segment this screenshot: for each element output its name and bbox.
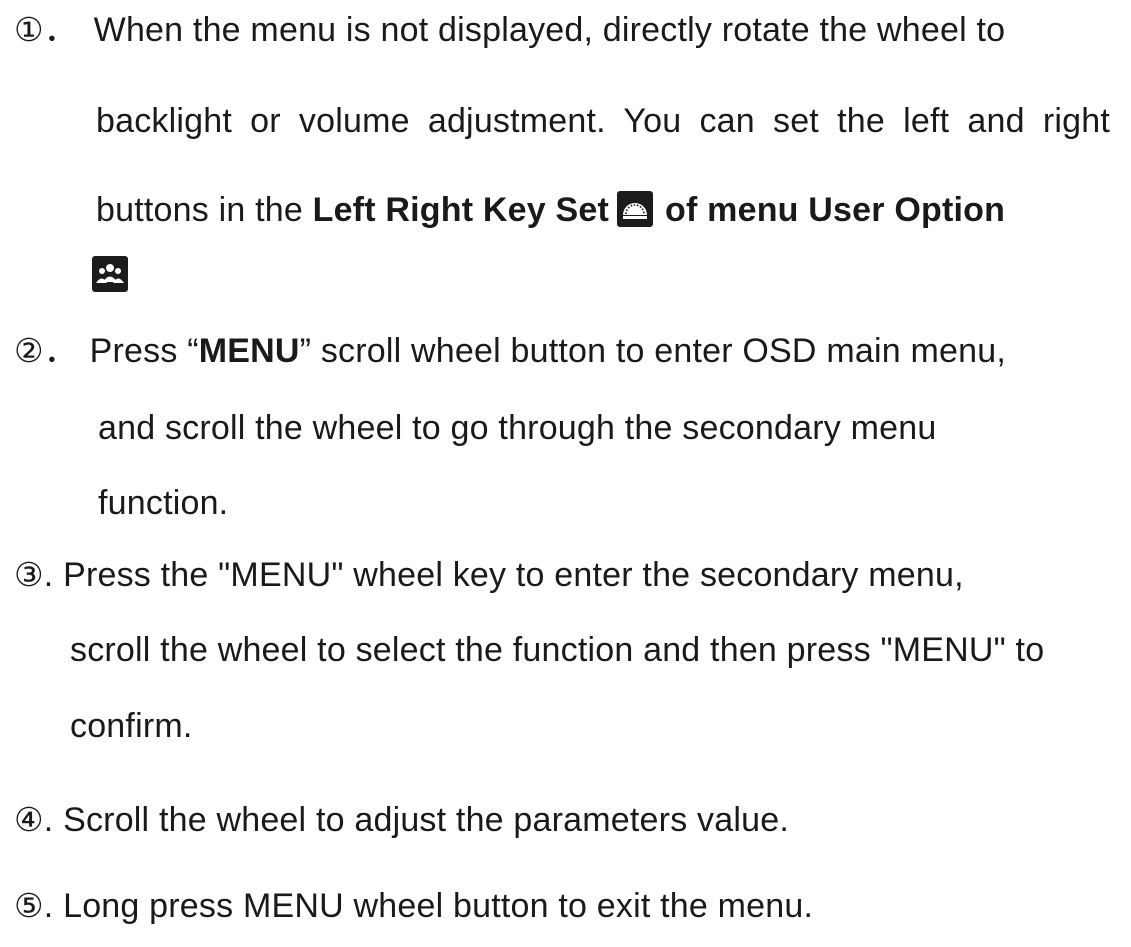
speedometer-dial-icon bbox=[617, 191, 654, 228]
step-5-line: ⑤. Long press MENU wheel button to exit … bbox=[14, 886, 813, 926]
users-group-icon bbox=[92, 256, 128, 292]
step-2-prefix: Press “ bbox=[89, 332, 199, 370]
step-1-text-1: When the menu is not displayed, directly… bbox=[93, 11, 1006, 49]
left-right-key-set-label: Left Right Key Set bbox=[312, 191, 610, 229]
step-4-marker: ④ bbox=[14, 800, 44, 839]
step-5-text: . Long press MENU wheel button to exit t… bbox=[43, 887, 814, 925]
step-1-line-2: backlight or volume adjustment. You can … bbox=[96, 102, 1110, 140]
step-4-line: ④. Scroll the wheel to adjust the parame… bbox=[14, 800, 789, 840]
step-2-marker: ② bbox=[14, 331, 44, 370]
step-3-marker: ③ bbox=[14, 555, 44, 594]
step-3-line-2: scroll the wheel to select the function … bbox=[70, 631, 1045, 669]
step-3-line-3: confirm. bbox=[70, 707, 193, 745]
step-1-line-1: ①． When the menu is not displayed, direc… bbox=[14, 10, 1112, 50]
step-2-suffix: ” scroll wheel button to enter OSD main … bbox=[299, 332, 1006, 370]
document-page: ①． When the menu is not displayed, direc… bbox=[0, 0, 1131, 947]
step-1-marker: ① bbox=[14, 10, 44, 49]
step-2-line-2: and scroll the wheel to go through the s… bbox=[98, 409, 937, 447]
step-2-separator: ． bbox=[43, 332, 78, 370]
menu-key-label: MENU bbox=[198, 332, 300, 370]
step-5-marker: ⑤ bbox=[14, 886, 44, 925]
step-3-text-1: . Press the "MENU" wheel key to enter th… bbox=[43, 556, 964, 594]
step-1-separator: ． bbox=[43, 11, 78, 49]
user-option-menu-label: of menu User Option bbox=[665, 191, 1006, 229]
step-3-line-1: ③. Press the "MENU" wheel key to enter t… bbox=[14, 555, 964, 595]
step-1-text-3: buttons in the bbox=[96, 191, 313, 229]
step-4-text: . Scroll the wheel to adjust the paramet… bbox=[43, 801, 789, 839]
step-1-line-3: buttons in the Left Right Key Set of menu… bbox=[96, 190, 1112, 230]
step-2-line-1: ②． Press “MENU” scroll wheel button to e… bbox=[14, 331, 1006, 371]
step-2-line-3: function. bbox=[98, 484, 229, 522]
